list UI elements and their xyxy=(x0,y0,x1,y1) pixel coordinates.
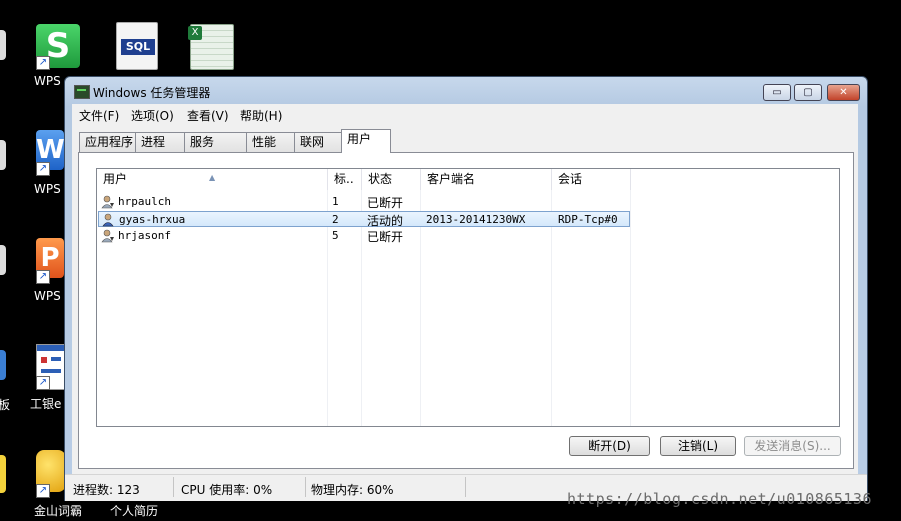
shortcut-label: 个人简历 xyxy=(110,504,159,518)
excel-file-icon[interactable]: X xyxy=(188,22,238,72)
tab-performance[interactable]: 性能 xyxy=(246,132,295,152)
shortcut-label: WPS xyxy=(34,182,61,196)
column-header-id[interactable]: 标.. xyxy=(328,169,362,190)
sql-file-icon[interactable]: SQL xyxy=(114,20,164,70)
partial-icon[interactable] xyxy=(0,30,6,60)
shortcut-arrow-icon: ↗ xyxy=(36,484,50,498)
close-button[interactable]: ✕ xyxy=(827,84,860,101)
partial-icon-label: 板 xyxy=(0,398,11,412)
users-tab-panel: 用户 ▲ 标.. 状态 客户端名 会话 hrpaulch 1 已断开 gyas-… xyxy=(78,152,854,469)
status-memory-usage: 物理内存: 60% xyxy=(311,483,394,497)
minimize-button[interactable]: ▭ xyxy=(763,84,791,101)
cell-client-name: 2013-20141230WX xyxy=(426,213,526,226)
shortcut-arrow-icon: ↗ xyxy=(36,162,50,176)
window-title: Windows 任务管理器 xyxy=(93,86,211,100)
cell-user: hrjasonf xyxy=(118,229,171,242)
table-row[interactable]: hrpaulch 1 已断开 xyxy=(98,194,630,210)
status-divider xyxy=(305,477,306,497)
partial-icon[interactable] xyxy=(0,140,6,170)
resume-shortcut[interactable]: 个人简历 xyxy=(108,500,168,520)
shortcut-label: WPS xyxy=(34,289,61,303)
cell-user: hrpaulch xyxy=(118,195,171,208)
table-row[interactable]: hrjasonf 5 已断开 xyxy=(98,228,630,244)
desktop-edge-icons: 板 xyxy=(0,0,10,521)
sql-doc-icon: SQL xyxy=(116,22,158,70)
menu-view[interactable]: 查看(V) xyxy=(187,107,229,124)
user-disconnected-icon xyxy=(101,229,114,243)
maximize-button[interactable]: ▢ xyxy=(794,84,822,101)
cell-id: 5 xyxy=(332,229,339,242)
excel-x-icon: X xyxy=(188,26,202,40)
cell-id: 1 xyxy=(332,195,339,208)
column-header-user[interactable]: 用户 ▲ xyxy=(97,169,328,190)
users-list[interactable]: 用户 ▲ 标.. 状态 客户端名 会话 hrpaulch 1 已断开 gyas-… xyxy=(96,168,840,427)
status-divider xyxy=(465,477,466,497)
window-client-area: 应用程序 进程 服务 性能 联网 用户 用户 ▲ 标.. 状态 客户端名 会话 xyxy=(72,124,858,474)
user-active-icon xyxy=(102,213,114,227)
title-bar[interactable]: Windows 任务管理器 ▭ ▢ ✕ xyxy=(65,77,867,105)
menu-options[interactable]: 选项(O) xyxy=(131,107,174,124)
shortcut-label: 工银e xyxy=(30,397,62,411)
disconnect-button[interactable]: 断开(D) xyxy=(569,436,650,456)
tab-applications[interactable]: 应用程序 xyxy=(79,132,136,152)
cell-session: RDP-Tcp#0 xyxy=(558,213,618,226)
column-divider xyxy=(630,190,631,426)
column-header-session[interactable]: 会话 xyxy=(552,169,631,190)
tab-networking[interactable]: 联网 xyxy=(294,132,342,152)
shortcut-label: WPS xyxy=(34,74,61,88)
sql-badge: SQL xyxy=(121,39,155,55)
cell-user: gyas-hrxua xyxy=(119,213,186,226)
task-manager-icon xyxy=(74,85,90,99)
shortcut-label: 金山词霸 xyxy=(34,504,83,518)
partial-icon[interactable] xyxy=(0,245,6,275)
watermark: https://blog.csdn.net/u010865136 xyxy=(567,490,872,508)
send-message-button[interactable]: 发送消息(S)... xyxy=(744,436,841,456)
table-row-selected[interactable]: gyas-hrxua 2 活动的 2013-20141230WX RDP-Tcp… xyxy=(98,211,630,228)
column-header-client-name[interactable]: 客户端名 xyxy=(421,169,552,190)
shortcut-arrow-icon: ↗ xyxy=(36,270,50,284)
user-disconnected-icon xyxy=(101,195,114,209)
column-header-label: 用户 xyxy=(103,172,128,186)
logoff-button[interactable]: 注销(L) xyxy=(660,436,736,456)
column-header-status[interactable]: 状态 xyxy=(362,169,421,190)
cell-status: 已断开 xyxy=(367,196,404,210)
menu-bar: 文件(F) 选项(O) 查看(V) 帮助(H) xyxy=(72,104,858,124)
status-cpu-usage: CPU 使用率: 0% xyxy=(181,483,273,497)
shortcut-arrow-icon: ↗ xyxy=(36,56,50,70)
cell-status: 已断开 xyxy=(367,230,404,244)
menu-help[interactable]: 帮助(H) xyxy=(240,107,282,124)
tab-processes[interactable]: 进程 xyxy=(135,132,185,152)
partial-icon[interactable] xyxy=(0,455,6,493)
tab-users[interactable]: 用户 xyxy=(341,129,391,153)
sort-ascending-icon: ▲ xyxy=(209,173,216,182)
status-process-count: 进程数: 123 xyxy=(73,483,140,497)
desktop: 板 S ↗ WPS SQL X W ↗ WPS P ↗ WPS ↗ 工银e ↗ … xyxy=(0,0,901,521)
shortcut-arrow-icon: ↗ xyxy=(36,376,50,390)
menu-file[interactable]: 文件(F) xyxy=(79,107,119,124)
cell-id: 2 xyxy=(332,213,339,226)
tab-services[interactable]: 服务 xyxy=(184,132,247,152)
task-manager-window: Windows 任务管理器 ▭ ▢ ✕ 文件(F) 选项(O) 查看(V) 帮助… xyxy=(64,76,868,501)
cell-status: 活动的 xyxy=(367,214,404,228)
status-divider xyxy=(173,477,174,497)
partial-icon[interactable] xyxy=(0,350,6,380)
